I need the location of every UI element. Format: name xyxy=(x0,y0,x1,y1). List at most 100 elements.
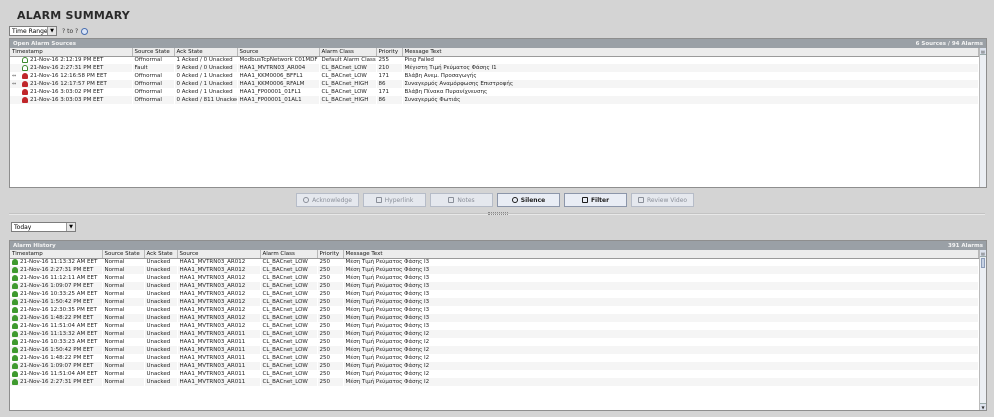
normal-bell-icon xyxy=(12,323,18,329)
column-header[interactable]: Message Text xyxy=(402,48,979,57)
ack-state-cell: Unacked xyxy=(144,378,177,386)
source-cell: HAA1_MVTRN03_AR011 xyxy=(179,355,246,361)
alarm-class-cell: CL_BACnet_LOW xyxy=(262,339,308,345)
info-icon[interactable] xyxy=(81,27,89,35)
priority-cell: 250 xyxy=(319,323,331,329)
table-row[interactable]: 21-Nov-16 11:13:32 AM EET Normal Unacked HA… xyxy=(10,330,979,338)
scroll-down-icon[interactable]: ▼ xyxy=(980,403,986,410)
timestamp-cell: 21-Nov-16 10:33:23 AM EET xyxy=(10,338,102,346)
column-header[interactable]: Priority xyxy=(317,250,344,259)
source-cell: HAA1_MVTRN03_AR012 xyxy=(179,259,246,266)
table-row[interactable]: 21-Nov-16 10:33:25 AM EET Normal Unacked HA… xyxy=(10,290,979,298)
message-cell: Μέση Τιμή Ρεύματος Φάσης I2 xyxy=(345,355,430,361)
table-row[interactable]: 21-Nov-16 10:33:23 AM EET Normal Unacked HA… xyxy=(10,338,979,346)
column-header[interactable]: Alarm Class xyxy=(319,48,377,57)
column-header[interactable]: Timestamp xyxy=(10,250,103,259)
alarm-class-cell: CL_BACnet_LOW xyxy=(260,314,317,322)
normal-bell-icon xyxy=(12,363,18,369)
message-cell: Συναγερμός Φωτιάς xyxy=(402,96,979,104)
column-header[interactable]: Timestamp xyxy=(10,48,133,57)
hyperlink-button[interactable]: Hyperlink xyxy=(363,193,426,207)
table-row[interactable]: 21-Nov-16 3:03:02 PM EET Offnormal 0 Acked… xyxy=(10,88,979,96)
acked-bell-icon xyxy=(22,65,28,71)
column-header[interactable]: Ack State xyxy=(144,250,178,259)
message-cell: Μέση Τιμή Ρεύματος Φάσης I3 xyxy=(343,282,979,290)
scrollbar-thumb[interactable] xyxy=(981,258,985,268)
table-row[interactable]: 21-Nov-16 12:30:35 PM EET Normal Unacked HA… xyxy=(10,306,979,314)
normal-bell-icon xyxy=(12,259,18,266)
table-row[interactable]: ⇔ 21-Nov-16 12:17:57 PM EET Offnormal 0 Ack… xyxy=(10,80,979,88)
filter-button[interactable]: Filter xyxy=(564,193,627,207)
filter-icon xyxy=(581,197,588,203)
table-row[interactable]: 21-Nov-16 11:51:04 AM EET Normal Unacked HA… xyxy=(10,322,979,330)
timestamp-text: 21-Nov-16 12:30:35 PM EET xyxy=(20,307,97,313)
table-row[interactable]: 21-Nov-16 2:27:31 PM EET Normal Unacked HAA… xyxy=(10,378,979,386)
priority-cell: 250 xyxy=(319,355,331,361)
timestamp-text: 21-Nov-16 2:27:31 PM EET xyxy=(20,379,94,385)
column-header[interactable]: Alarm Class xyxy=(260,250,318,259)
message-cell: Μέση Τιμή Ρεύματος Φάσης I2 xyxy=(345,339,430,345)
acknowledge-button[interactable]: Acknowledge xyxy=(296,193,359,207)
table-row[interactable]: 21-Nov-16 11:51:04 AM EET Normal Unacked HA… xyxy=(10,370,979,378)
history-scrollbar[interactable]: ▤ ▼ xyxy=(979,250,986,410)
table-row[interactable]: 21-Nov-16 2:27:31 PM EET Fault 9 Acked / 0… xyxy=(10,64,979,72)
source-cell: HAA1_MVTRN03_AR012 xyxy=(179,307,246,313)
table-row[interactable]: 21-Nov-16 1:50:42 PM EET Normal Unacked HAA… xyxy=(10,346,979,354)
priority-cell: 250 xyxy=(317,346,343,354)
source-state-cell: Normal xyxy=(104,371,125,377)
source-cell: HAA1_KKM0006_BFFL1 xyxy=(239,73,303,79)
table-row[interactable]: 21-Nov-16 1:50:42 PM EET Normal Unacked HAA… xyxy=(10,298,979,306)
column-header[interactable]: Priority xyxy=(376,48,403,57)
column-header[interactable]: Ack State xyxy=(174,48,238,57)
column-header[interactable]: Source xyxy=(177,250,261,259)
column-chooser-icon[interactable]: ▤ xyxy=(980,250,986,257)
priority-cell: 210 xyxy=(376,64,402,72)
table-row[interactable]: 21-Nov-16 2:12:19 PM EET Offnormal 1 Acked… xyxy=(10,56,979,64)
column-header[interactable]: Source xyxy=(237,48,320,57)
table-row[interactable]: ⇔ 21-Nov-16 12:16:58 PM EET Offnormal 0 Ack… xyxy=(10,72,979,80)
table-row[interactable]: 21-Nov-16 11:13:32 AM EET Normal Unacked HA… xyxy=(10,258,979,266)
hyperlink-label: Hyperlink xyxy=(384,196,414,204)
table-row[interactable]: 21-Nov-16 1:48:22 PM EET Normal Unacked HAA… xyxy=(10,354,979,362)
ack-state-cell: 0 Acked / 1 Unacked xyxy=(176,89,233,95)
alarm-count: 391 Alarms xyxy=(948,242,983,249)
column-header[interactable]: Source State xyxy=(132,48,175,57)
timestamp-text: 21-Nov-16 11:13:32 AM EET xyxy=(20,259,98,266)
source-state-cell: Normal xyxy=(104,339,125,345)
source-state-cell: Normal xyxy=(102,298,144,306)
message-cell: Μέση Τιμή Ρεύματος Φάσης I2 xyxy=(343,346,979,354)
column-header[interactable]: Source State xyxy=(102,250,145,259)
history-range-select[interactable]: Today ▼ xyxy=(11,222,76,232)
notes-icon xyxy=(448,197,455,203)
source-cell: HAA1_FP00001_01AL1 xyxy=(237,96,319,104)
table-row[interactable]: 21-Nov-16 1:09:07 PM EET Normal Unacked HAA… xyxy=(10,282,979,290)
timestamp-cell: 21-Nov-16 11:13:32 AM EET xyxy=(10,258,102,266)
splitter-grip-icon[interactable] xyxy=(488,212,508,215)
review-video-button[interactable]: Review Video xyxy=(631,193,694,207)
column-header[interactable]: Message Text xyxy=(343,250,979,259)
table-row[interactable]: 21-Nov-16 1:09:07 PM EET Normal Unacked HAA… xyxy=(10,362,979,370)
table-row[interactable]: 21-Nov-16 2:27:31 PM EET Normal Unacked HAA… xyxy=(10,266,979,274)
time-range-select[interactable]: Time Range ▼ xyxy=(9,26,57,36)
timestamp-cell: 21-Nov-16 1:48:22 PM EET xyxy=(10,314,102,322)
column-chooser-icon[interactable]: ▤ xyxy=(980,48,986,55)
message-cell: Συναγερμός Αναμόρφωσης Επιστροφής xyxy=(402,80,979,88)
message-cell: Μέση Τιμή Ρεύματος Φάσης I3 xyxy=(343,298,979,306)
silence-button[interactable]: Silence xyxy=(497,193,560,207)
summary-scrollbar[interactable]: ▤ xyxy=(979,48,986,187)
alarm-class-cell: CL_BACnet_LOW xyxy=(319,64,376,72)
source-state-cell: Offnormal xyxy=(134,89,162,95)
ack-state-cell: Unacked xyxy=(144,266,177,274)
alarm-class-cell: CL_BACnet_LOW xyxy=(260,330,317,338)
timestamp-text: 21-Nov-16 10:33:23 AM EET xyxy=(20,339,98,345)
table-row[interactable]: 21-Nov-16 11:12:11 AM EET Normal Unacked HA… xyxy=(10,274,979,282)
notes-button[interactable]: Notes xyxy=(430,193,493,207)
table-row[interactable]: 21-Nov-16 3:03:03 PM EET Offnormal 0 Acked… xyxy=(10,96,979,104)
source-cell: HAA1_MVTRN03_AR012 xyxy=(177,314,260,322)
table-row[interactable]: 21-Nov-16 1:48:22 PM EET Normal Unacked HAA… xyxy=(10,314,979,322)
timestamp-cell: 21-Nov-16 10:33:25 AM EET xyxy=(10,290,102,298)
alarm-bell-icon xyxy=(22,81,28,87)
ack-state-cell: Unacked xyxy=(144,282,177,290)
timestamp-wrap: 21-Nov-16 11:51:04 AM EET xyxy=(12,371,100,377)
time-range-value: Time Range xyxy=(12,27,48,35)
